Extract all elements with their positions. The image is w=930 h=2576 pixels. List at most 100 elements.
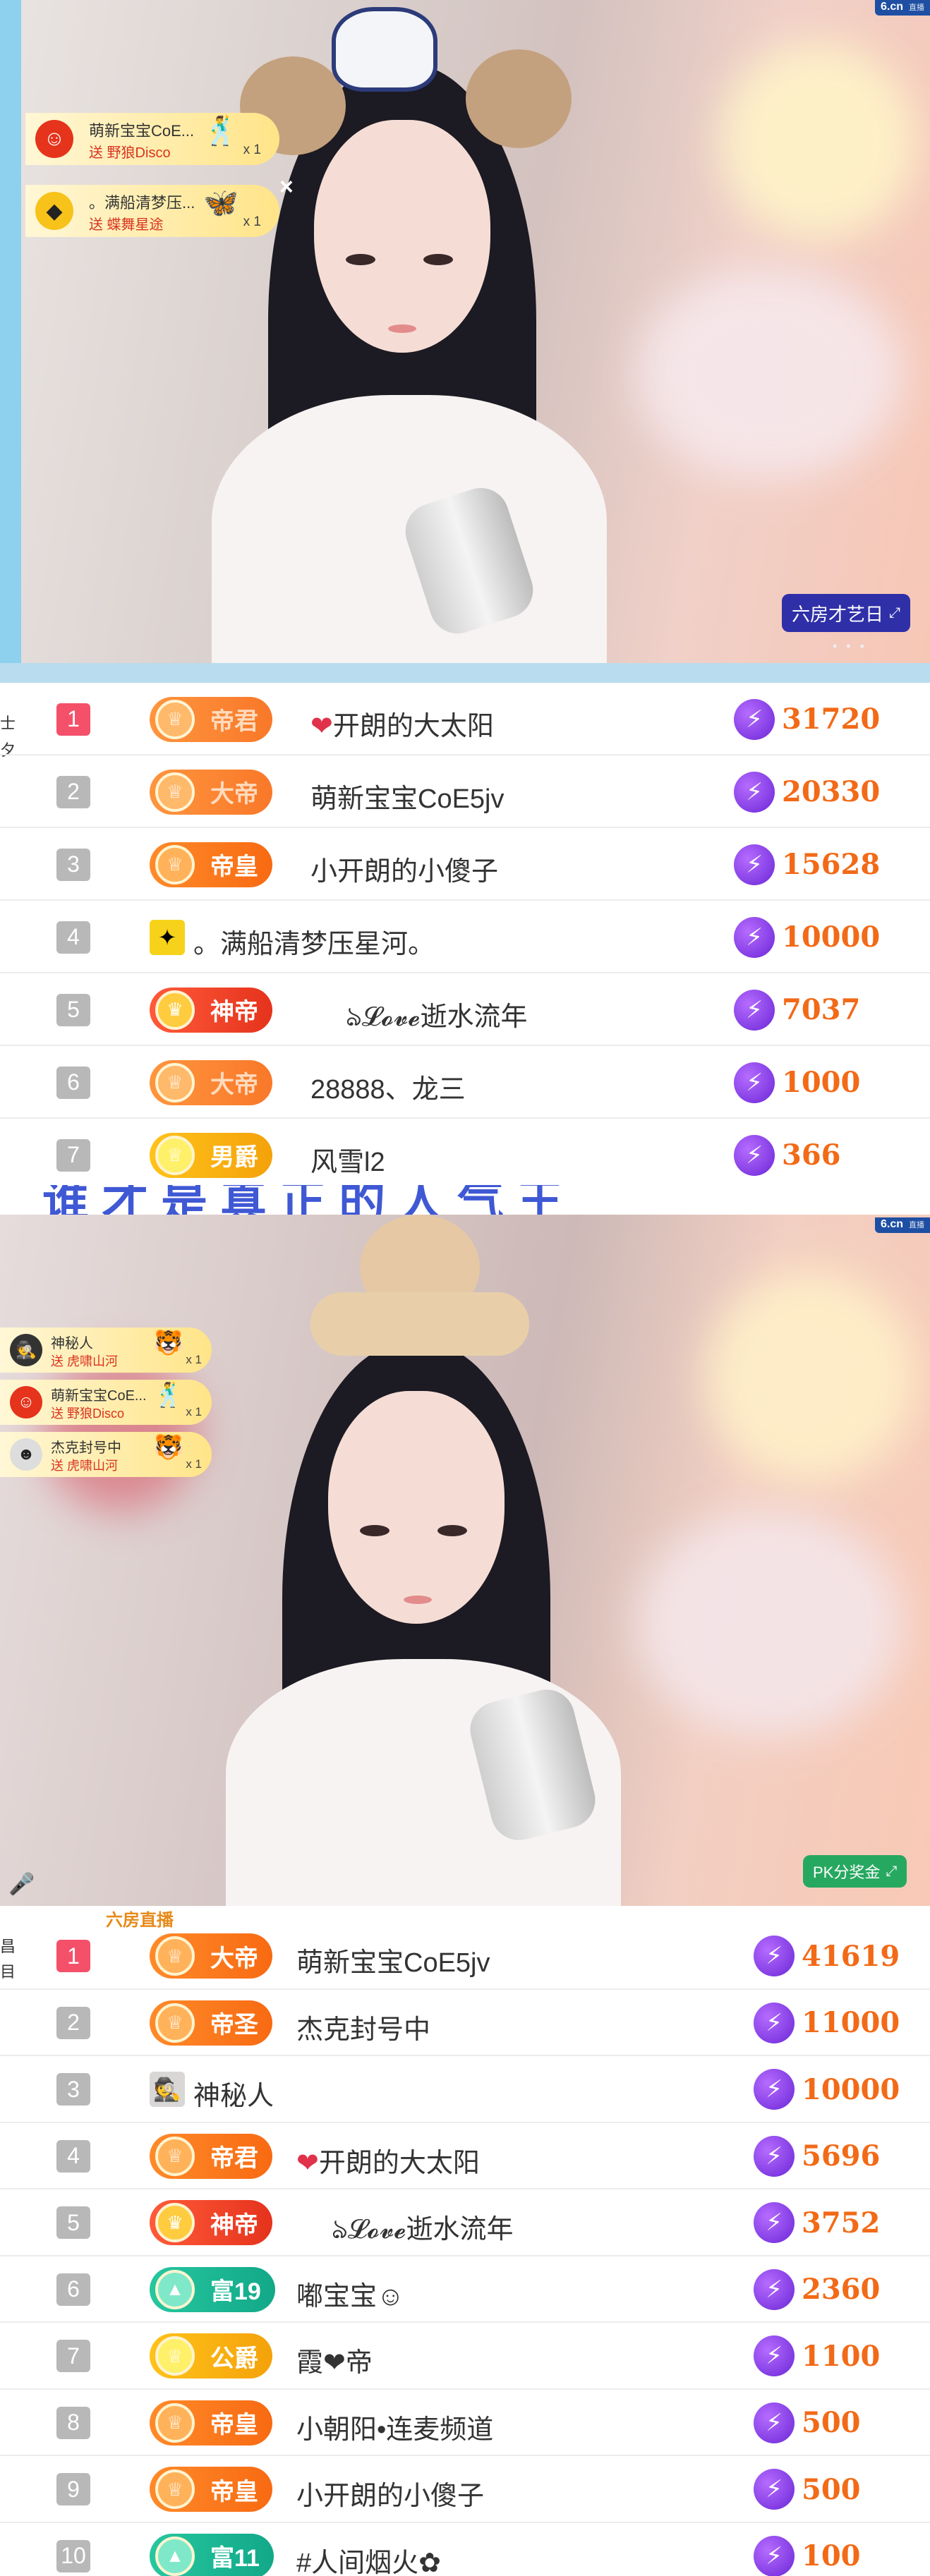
corner-activity-badge[interactable]: 六房才艺日 ⤢ [782,594,911,632]
points-value: 15628 [782,848,881,881]
gift-notification: ☺ 萌新宝宝CoE... 送 野狼Disco 🕺 x 1 [25,113,279,165]
username[interactable]: 杰克封号中 [296,2007,430,2046]
level-badge: ♕ 男爵 [150,1132,272,1178]
badge-title: 帝君 [210,708,258,735]
gift-icon: 🕺 [203,116,238,147]
video-left-strip [0,0,21,663]
username[interactable]: 小开朗的小傻子 [310,849,498,888]
lightning-icon: ⚡ [754,2535,795,2576]
points-value: 11000 [802,2006,900,2040]
leaderboard-row[interactable]: 3 🕵 神秘人 ⚡ 10000 [0,2056,930,2123]
leaderboard-row[interactable]: 4 ♕ 帝君 ❤开朗的大太阳 ⚡ 5696 [0,2123,930,2189]
username-text: 小朝阳•连麦频道 [296,2414,494,2445]
eye-right [437,1525,467,1536]
contribution-points: ⚡ 3752 [754,2202,880,2244]
gift-icon: 🦋 [203,188,238,219]
leaderboard-row[interactable]: 2 ♕ 帝圣 杰克封号中 ⚡ 11000 [0,1990,930,2056]
leaderboard-row[interactable]: 5 ♛ 神帝 ঌ𝓛𝓸𝓿𝓮逝水流年 ⚡ 7037 [0,973,930,1046]
heart-icon: ❤ [296,2148,319,2178]
rank-number: 6 [56,2273,90,2306]
points-value: 31720 [782,703,881,736]
leaderboard-row[interactable]: 6 ♕ 大帝 28888、龙三 ⚡ 1000 [0,1046,930,1119]
gift-action: 送 野狼Disco [89,145,171,161]
lightning-icon: ⚡ [754,2402,795,2443]
bottom-live-video[interactable]: 6.cn 直播 🕵 神秘人 送 虎啸山河 🐯 x 1 ☺ 萌新宝宝CoE... 送… [0,1215,930,1906]
contribution-points: ⚡ 20330 [734,771,880,813]
level-badge: ♕ 大帝 [150,1059,272,1105]
username[interactable]: ঌ𝓛𝓸𝓿𝓮逝水流年 [332,2207,513,2254]
lightning-icon: ⚡ [734,916,775,958]
site-logo: 6.cn 直播 [874,0,930,16]
username[interactable]: #人间烟火✿ [296,2541,441,2576]
badge-title: 富19 [210,2278,261,2306]
username[interactable]: 风雪l2 [310,1140,385,1179]
username-text: 开朗的大太阳 [332,711,494,741]
leaderboard-row[interactable]: 9 ♕ 帝皇 小开朗的小傻子 ⚡ 500 [0,2456,930,2523]
username[interactable]: 神秘人 [193,2074,274,2113]
rank-number: 4 [56,2139,90,2173]
leaderboard-row[interactable]: 7 ♕ 公爵 霞❤帝 ⚡ 1100 [0,2323,930,2390]
leaderboard-row[interactable]: 4 ✦ 。满船清梦压星河。 ⚡ 10000 [0,901,930,973]
gift-notification: ◆ 。满船清梦压... 送 蝶舞星途 🦋 x 1 [25,185,279,237]
username[interactable]: 小开朗的小傻子 [296,2474,484,2513]
points-value: 100 [802,2539,861,2573]
level-badge: ♛ 神帝 [150,987,272,1033]
plush-toy-background [635,1511,903,1737]
streamer [212,0,649,663]
leaderboard-row[interactable]: 6 ▲ 富19 嘟宝宝☺ ⚡ 2360 [0,2256,930,2323]
level-badge: ♕ 公爵 [150,2333,272,2379]
contribution-points: ⚡ 5696 [754,2135,880,2177]
level-badge: ♛ 神帝 [150,2200,272,2246]
face [314,120,490,353]
leaderboard-row[interactable]: 1 ♕ 帝君 ❤开朗的大太阳 ⚡ 31720 [0,683,930,755]
plush-toy-background [635,268,903,480]
contribution-points: ⚡ 31720 [734,698,881,740]
leaderboard-row[interactable]: 2 ♕ 大帝 萌新宝宝CoE5jv ⚡ 20330 [0,755,930,828]
leaderboard-row[interactable]: 1 ♕ 大帝 萌新宝宝CoE5jv ⚡ 41619 [0,1923,930,1990]
username[interactable]: 嘟宝宝☺ [296,2274,404,2313]
contribution-points: ⚡ 2360 [754,2268,880,2310]
username[interactable]: 霞❤帝 [296,2340,373,2379]
contribution-points: ⚡ 1000 [734,1062,860,1103]
level-badge: ♕ 大帝 [150,1933,272,1979]
username[interactable]: 萌新宝宝CoE5jv [296,1940,490,1979]
close-icon[interactable]: × [279,174,294,201]
pk-bonus-badge[interactable]: PK分奖金 ⤢ [803,1855,907,1888]
username[interactable]: ❤开朗的大太阳 [296,2141,480,2180]
leaderboard-row[interactable]: 10 ▲ 富11 #人间烟火✿ ⚡ 100 [0,2523,930,2576]
username[interactable]: 。满船清梦压星河。 [193,922,435,961]
level-badge: ♕ 帝君 [150,2133,272,2179]
badge-title: 神帝 [210,2211,258,2239]
badge-crest-icon: ♕ [155,2469,195,2510]
eye-left [346,254,375,265]
gift-icon: 🕺 [153,1382,183,1409]
badge-title: 大帝 [210,781,258,808]
rank-number: 9 [56,2473,90,2506]
username[interactable]: 小朝阳•连麦频道 [296,2407,493,2446]
top-live-video[interactable]: 6.cn 直播 ☺ 萌新宝宝CoE... 送 野狼Disco 🕺 x 1 ◆ 。满… [0,0,930,663]
badge-crest-icon: ♕ [155,2136,195,2176]
leaderboard-row[interactable]: 7 ♕ 男爵 风雪l2 ⚡ 366 [0,1119,930,1191]
gift-sender-name: 萌新宝宝CoE... [51,1388,147,1404]
microphone-icon: 🎤 [8,1873,35,1896]
badge-title: 帝君 [210,2145,258,2173]
rank-number: 7 [56,2340,90,2373]
badge-crest-icon: ♛ [155,990,195,1030]
username[interactable]: 萌新宝宝CoE5jv [310,777,505,815]
contribution-points: ⚡ 366 [734,1134,841,1176]
contribution-points: ⚡ 10000 [754,2069,900,2110]
lightning-icon: ⚡ [754,2469,795,2510]
username[interactable]: 28888、龙三 [310,1067,466,1106]
level-badge: ♕ 帝君 [150,696,272,742]
leaderboard-row[interactable]: 5 ♛ 神帝 ঌ𝓛𝓸𝓿𝓮逝水流年 ⚡ 3752 [0,2189,930,2256]
level-badge: ▲ 富19 [150,2266,275,2312]
rank-number: 1 [56,703,90,736]
eye-right [423,254,453,265]
leaderboard-row[interactable]: 3 ♕ 帝皇 小开朗的小傻子 ⚡ 15628 [0,828,930,901]
username[interactable]: ❤开朗的大太阳 [310,704,494,743]
points-value: 366 [782,1138,841,1172]
rank-number: 2 [56,775,90,808]
leaderboard-row[interactable]: 8 ♕ 帝皇 小朝阳•连麦频道 ⚡ 500 [0,2390,930,2456]
username[interactable]: ঌ𝓛𝓸𝓿𝓮逝水流年 [346,995,527,1041]
bear-ear-right [466,49,572,148]
